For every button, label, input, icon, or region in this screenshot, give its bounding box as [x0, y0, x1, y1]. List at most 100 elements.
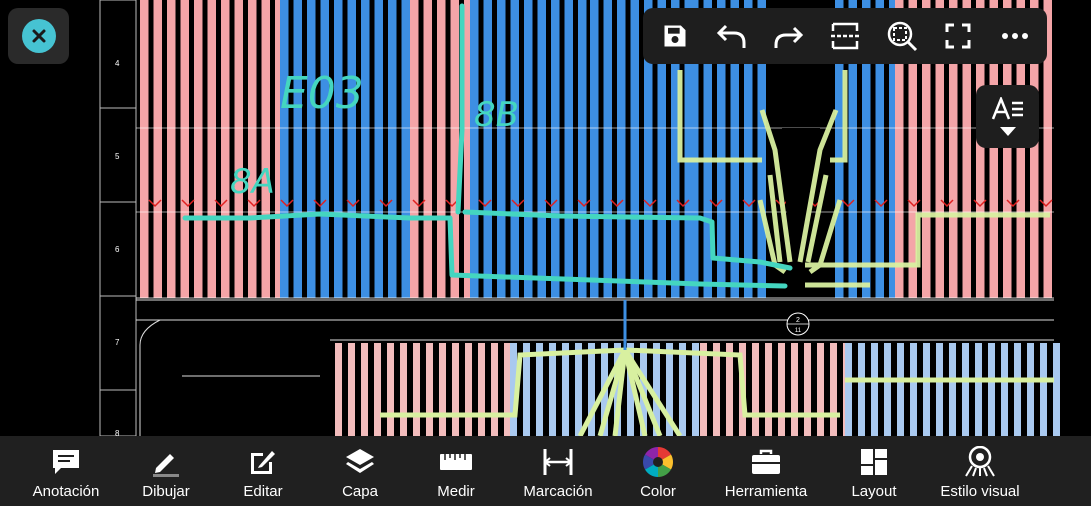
upper-stripe	[167, 0, 176, 298]
lower-stripe	[361, 343, 368, 436]
visual-style-label: Estilo visual	[940, 483, 1020, 500]
upper-stripe	[388, 0, 397, 298]
lower-stripe	[426, 343, 433, 436]
markup-text-e03: E03	[280, 68, 364, 119]
upper-stripe	[564, 0, 573, 298]
upper-stripe	[497, 0, 506, 298]
lower-stripe	[692, 343, 699, 436]
text-style-button[interactable]	[976, 85, 1039, 148]
upper-stripe	[248, 0, 257, 298]
visual-style-icon	[965, 446, 995, 477]
row-number-5: 5	[115, 152, 120, 161]
ruler-icon	[440, 454, 472, 470]
layer-label: Capa	[342, 483, 378, 500]
lower-stripe	[804, 343, 811, 436]
save-icon	[664, 25, 686, 47]
row-number-4: 4	[115, 59, 120, 68]
upper-stripe	[207, 0, 216, 298]
upper-stripe	[221, 0, 230, 298]
cad-drawing[interactable]: 4 5 6 7 8 2 11 E03 8B 8A	[0, 0, 1091, 436]
save-button[interactable]	[653, 14, 697, 58]
layout-label: Layout	[851, 483, 897, 500]
lower-stripe	[778, 343, 785, 436]
top-toolbar	[643, 8, 1047, 64]
lower-stripe	[884, 343, 891, 436]
lower-stripe	[858, 343, 865, 436]
tool-button[interactable]: Herramienta	[716, 436, 816, 506]
annotation-label: Anotación	[32, 483, 100, 500]
lower-stripe	[478, 343, 485, 436]
lower-stripe	[1014, 343, 1021, 436]
layout-button[interactable]: Layout	[844, 436, 904, 506]
lower-stripe	[765, 343, 772, 436]
lower-stripe	[575, 343, 582, 436]
lower-stripe	[348, 343, 355, 436]
upper-stripe	[603, 0, 612, 298]
measure-label: Medir	[437, 483, 475, 500]
fit-width-button[interactable]	[823, 14, 867, 58]
redo-button[interactable]	[766, 14, 810, 58]
lower-stripe	[923, 343, 930, 436]
row-number-7: 7	[115, 338, 120, 347]
lower-stripe	[975, 343, 982, 436]
lower-stripe	[1027, 343, 1034, 436]
lower-stripe	[413, 343, 420, 436]
lower-stripe	[988, 343, 995, 436]
bottom-toolbar: Anotación Dibujar Editar Capa Medir Marc…	[0, 436, 1091, 506]
upper-stripe	[180, 0, 189, 298]
dimension-button[interactable]: Marcación	[517, 436, 599, 506]
more-button[interactable]	[993, 14, 1037, 58]
layout-icon	[861, 449, 887, 475]
lower-stripe	[897, 343, 904, 436]
upper-stripe	[590, 0, 599, 298]
visual-style-button[interactable]: Estilo visual	[934, 436, 1026, 506]
draw-button[interactable]: Dibujar	[136, 436, 196, 506]
undo-button[interactable]	[710, 14, 754, 58]
undo-icon	[716, 24, 746, 48]
lower-stripe	[830, 343, 837, 436]
more-icon	[1001, 33, 1028, 39]
fit-width-icon	[830, 22, 859, 50]
upper-stripe	[361, 0, 370, 298]
upper-stripe	[320, 0, 329, 298]
lower-stripe	[465, 343, 472, 436]
detail-number: 2	[796, 317, 800, 324]
chevron-down-icon	[999, 127, 1016, 136]
lower-stripe	[1001, 343, 1008, 436]
lower-stripe	[700, 343, 707, 436]
lower-stripe	[387, 343, 394, 436]
lower-stripe	[910, 343, 917, 436]
zoom-area-button[interactable]	[880, 14, 924, 58]
color-button[interactable]: Color	[628, 436, 688, 506]
upper-stripe	[293, 0, 302, 298]
close-button[interactable]	[8, 8, 69, 64]
edit-button[interactable]: Editar	[233, 436, 293, 506]
upper-stripe	[194, 0, 203, 298]
zoom-area-icon	[887, 21, 917, 52]
upper-stripe	[630, 0, 639, 298]
lower-stripe	[817, 343, 824, 436]
upper-stripe	[153, 0, 162, 298]
lower-stripe	[452, 343, 459, 436]
fullscreen-button[interactable]	[936, 14, 980, 58]
lower-stripe	[791, 343, 798, 436]
pencil-icon	[153, 454, 179, 477]
measure-button[interactable]: Medir	[426, 436, 486, 506]
detail-sheet: 11	[795, 328, 802, 334]
annotation-button[interactable]: Anotación	[26, 436, 106, 506]
layer-button[interactable]: Capa	[330, 436, 390, 506]
upper-stripe	[617, 0, 626, 298]
upper-stripe	[423, 0, 432, 298]
color-label: Color	[640, 483, 676, 500]
upper-stripe	[140, 0, 149, 298]
lower-stripe	[962, 343, 969, 436]
lower-stripe	[949, 343, 956, 436]
upper-stripe	[401, 0, 410, 298]
lower-stripe	[845, 343, 852, 436]
lower-stripe	[536, 343, 543, 436]
close-icon	[21, 19, 56, 53]
upper-stripe	[261, 0, 270, 298]
drawing-canvas[interactable]: 4 5 6 7 8 2 11 E03 8B 8A	[0, 0, 1091, 436]
lower-stripe	[562, 343, 569, 436]
lower-stripe	[335, 343, 342, 436]
